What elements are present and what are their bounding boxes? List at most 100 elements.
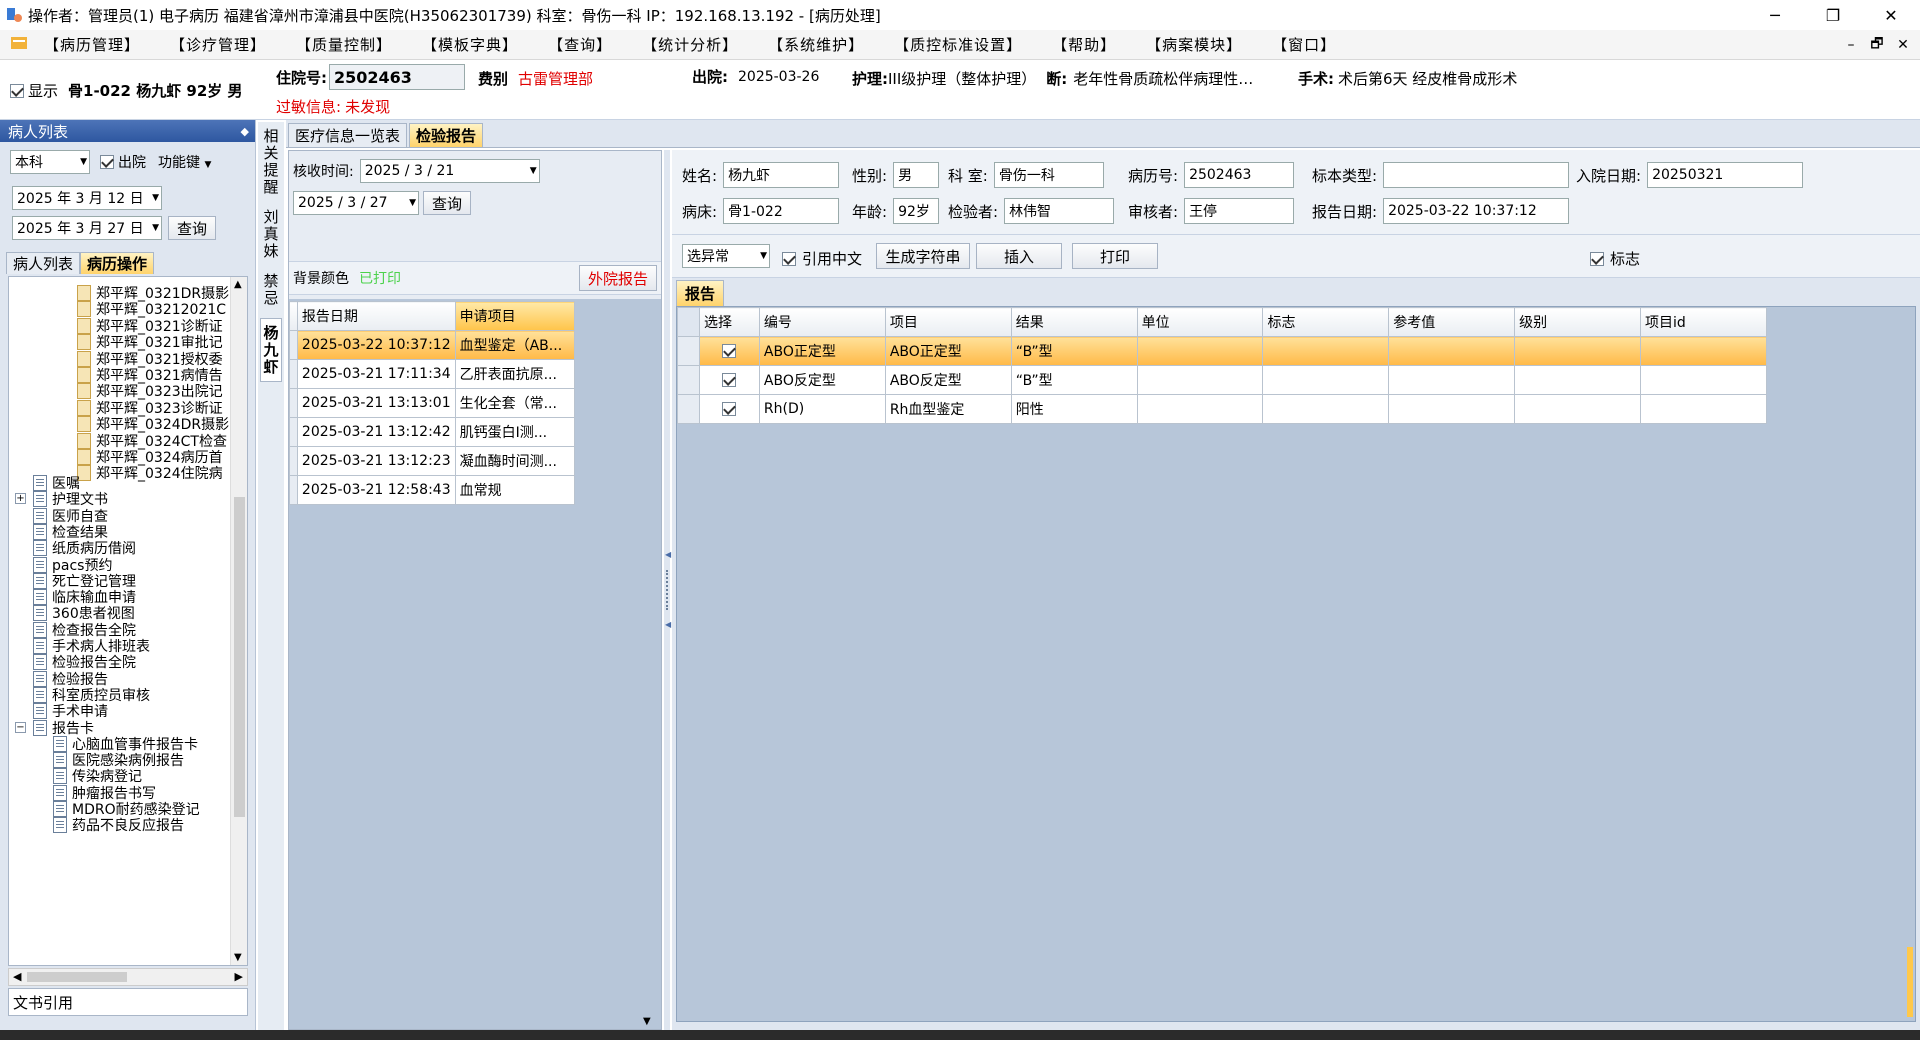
flag-checkbox[interactable] <box>1590 251 1604 266</box>
col-request-item[interactable]: 申请项目 <box>454 301 576 331</box>
specimen-field[interactable] <box>1383 162 1570 188</box>
col-flag[interactable]: 标志 <box>1262 307 1390 337</box>
tree-subnode[interactable]: 药品不良反应报告 <box>53 815 184 835</box>
check-date1-picker[interactable]: 2025 / 3 / 21 ▼ <box>359 159 540 183</box>
menu-item-treatment[interactable]: 【诊疗管理】 <box>162 34 274 55</box>
tab-record-ops[interactable]: 病历操作 <box>80 252 155 274</box>
panel-splitter[interactable]: ◀ ◀ <box>664 150 671 1030</box>
cite-chinese-checkbox[interactable] <box>782 251 796 266</box>
tester-field[interactable]: 林伟智 <box>1004 198 1115 224</box>
row-indicator[interactable] <box>289 475 298 505</box>
table-row[interactable]: 2025-03-21 13:12:23 凝血酶时间测... <box>289 446 576 476</box>
row-indicator[interactable] <box>289 330 298 360</box>
mid-query-button[interactable]: 查询 <box>423 191 472 215</box>
vtab-patient-other[interactable]: 刘真妹 <box>260 204 282 264</box>
mdi-close-button[interactable]: ✕ <box>1890 37 1916 53</box>
insert-button[interactable]: 插入 <box>976 243 1062 269</box>
table-row[interactable]: ABO反定型 ABO反定型 “B”型 <box>677 365 1767 395</box>
tab-medical-overview[interactable]: 医疗信息一览表 <box>288 123 408 147</box>
menu-item-emr[interactable]: 【病历管理】 <box>36 34 148 55</box>
table-row[interactable]: 2025-03-22 10:37:12 血型鉴定（AB... <box>289 330 576 360</box>
check-date2-picker[interactable]: 2025 / 3 / 27 ▼ <box>293 191 419 215</box>
table-row[interactable]: 2025-03-21 12:58:43 血常规 <box>289 475 576 505</box>
close-button[interactable]: ✕ <box>1862 0 1920 30</box>
table-row[interactable]: 2025-03-21 13:12:42 肌钙蛋白I测... <box>289 417 576 447</box>
date-from-picker[interactable]: 2025 年 3 月 12 日 ▼ <box>12 186 162 210</box>
col-item-id[interactable]: 项目id <box>1640 307 1767 337</box>
col-unit[interactable]: 单位 <box>1136 307 1264 337</box>
tree-vertical-scrollbar[interactable]: ▲ ▼ <box>230 277 247 965</box>
scroll-right-icon[interactable]: ▶ <box>235 970 243 983</box>
dept-select[interactable]: 本科 ▼ <box>10 150 90 174</box>
select-cell[interactable] <box>698 336 760 366</box>
menu-item-system[interactable]: 【系统维护】 <box>760 34 872 55</box>
mdi-restore-button[interactable]: 🗗 <box>1864 33 1890 57</box>
collapse-icon[interactable]: − <box>15 721 26 733</box>
vtab-current-patient[interactable]: 杨九虾 <box>260 318 282 382</box>
outside-report-button[interactable]: 外院报告 <box>578 265 657 291</box>
discharged-checkbox[interactable] <box>100 155 114 169</box>
row-indicator[interactable] <box>289 446 298 476</box>
row-select-checkbox[interactable] <box>722 373 737 387</box>
hscroll-thumb[interactable] <box>27 972 127 982</box>
tree-horizontal-scrollbar[interactable]: ◀ ▶ <box>8 968 248 986</box>
col-result[interactable]: 结果 <box>1010 307 1138 337</box>
row-select-checkbox[interactable] <box>722 402 737 416</box>
table-row[interactable]: 2025-03-21 13:13:01 生化全套（常... <box>289 388 576 418</box>
tree-doc-item[interactable]: 郑平辉_0324住院病 <box>77 463 223 483</box>
pin-icon[interactable]: ◆ <box>241 125 249 138</box>
print-button[interactable]: 打印 <box>1072 243 1158 269</box>
row-indicator[interactable] <box>289 417 298 447</box>
tab-lab-report[interactable]: 检验报告 <box>409 123 484 147</box>
maximize-button[interactable]: ❐ <box>1804 0 1862 30</box>
admit-no-field[interactable]: 2502463 <box>329 64 465 90</box>
func-key-menu[interactable]: 功能键 ▼ <box>158 152 211 172</box>
dept-field[interactable]: 骨伤一科 <box>993 162 1104 188</box>
select-all-corner[interactable] <box>677 307 700 337</box>
scroll-down-icon[interactable]: ▼ <box>234 952 242 963</box>
table-row[interactable]: 2025-03-21 17:11:34 乙肝表面抗原... <box>289 359 576 389</box>
select-cell[interactable] <box>698 394 760 424</box>
menu-item-query[interactable]: 【查询】 <box>540 34 620 55</box>
tab-report[interactable]: 报告 <box>676 280 725 306</box>
col-code[interactable]: 编号 <box>758 307 886 337</box>
menu-item-record[interactable]: 【病案模块】 <box>1138 34 1250 55</box>
col-report-date[interactable]: 报告日期 <box>296 301 456 331</box>
menu-item-help[interactable]: 【帮助】 <box>1044 34 1124 55</box>
row-indicator[interactable] <box>677 394 700 424</box>
row-indicator[interactable] <box>677 365 700 395</box>
reviewer-field[interactable]: 王停 <box>1184 198 1295 224</box>
gen-string-button[interactable]: 生成字符串 <box>876 243 970 269</box>
select-cell[interactable] <box>698 365 760 395</box>
tab-patient-list[interactable]: 病人列表 <box>6 252 81 274</box>
table-row[interactable]: Rh(D) Rh血型鉴定 阳性 <box>677 394 1767 424</box>
expand-icon[interactable]: + <box>15 493 26 505</box>
left-query-button[interactable]: 查询 <box>168 216 217 240</box>
col-reference[interactable]: 参考值 <box>1388 307 1516 337</box>
report-date-field[interactable]: 2025-03-22 10:37:12 <box>1383 198 1570 224</box>
col-level[interactable]: 级别 <box>1514 307 1642 337</box>
table-row[interactable]: ABO正定型 ABO正定型 “B”型 <box>677 336 1767 366</box>
vtab-taboo[interactable]: 禁忌 <box>260 268 282 312</box>
vtab-reminders[interactable]: 相关提醒 <box>260 124 282 200</box>
scroll-left-icon[interactable]: ◀ <box>13 970 21 983</box>
row-indicator[interactable] <box>677 336 700 366</box>
mdi-minimize-button[interactable]: – <box>1838 37 1864 53</box>
col-item[interactable]: 项目 <box>884 307 1012 337</box>
date-to-picker[interactable]: 2025 年 3 月 27 日 ▼ <box>12 216 162 240</box>
mrn-field[interactable]: 2502463 <box>1184 162 1295 188</box>
row-select-checkbox[interactable] <box>722 344 737 358</box>
name-field[interactable]: 杨九虾 <box>723 162 840 188</box>
sex-field[interactable]: 男 <box>893 162 940 188</box>
filter-select[interactable]: 选异常 ▼ <box>682 244 770 268</box>
menu-item-qc-standard[interactable]: 【质控标准设置】 <box>886 34 1030 55</box>
row-indicator[interactable] <box>289 359 298 389</box>
show-checkbox[interactable] <box>10 83 24 98</box>
row-indicator[interactable] <box>289 388 298 418</box>
minimize-button[interactable]: ─ <box>1746 0 1804 30</box>
age-field[interactable]: 92岁 <box>893 198 940 224</box>
admit-date-field[interactable]: 20250321 <box>1647 162 1804 188</box>
doc-cite-bar[interactable]: 文书引用 <box>8 988 248 1016</box>
menu-item-window[interactable]: 【窗口】 <box>1264 34 1344 55</box>
menu-item-template[interactable]: 【模板字典】 <box>414 34 526 55</box>
